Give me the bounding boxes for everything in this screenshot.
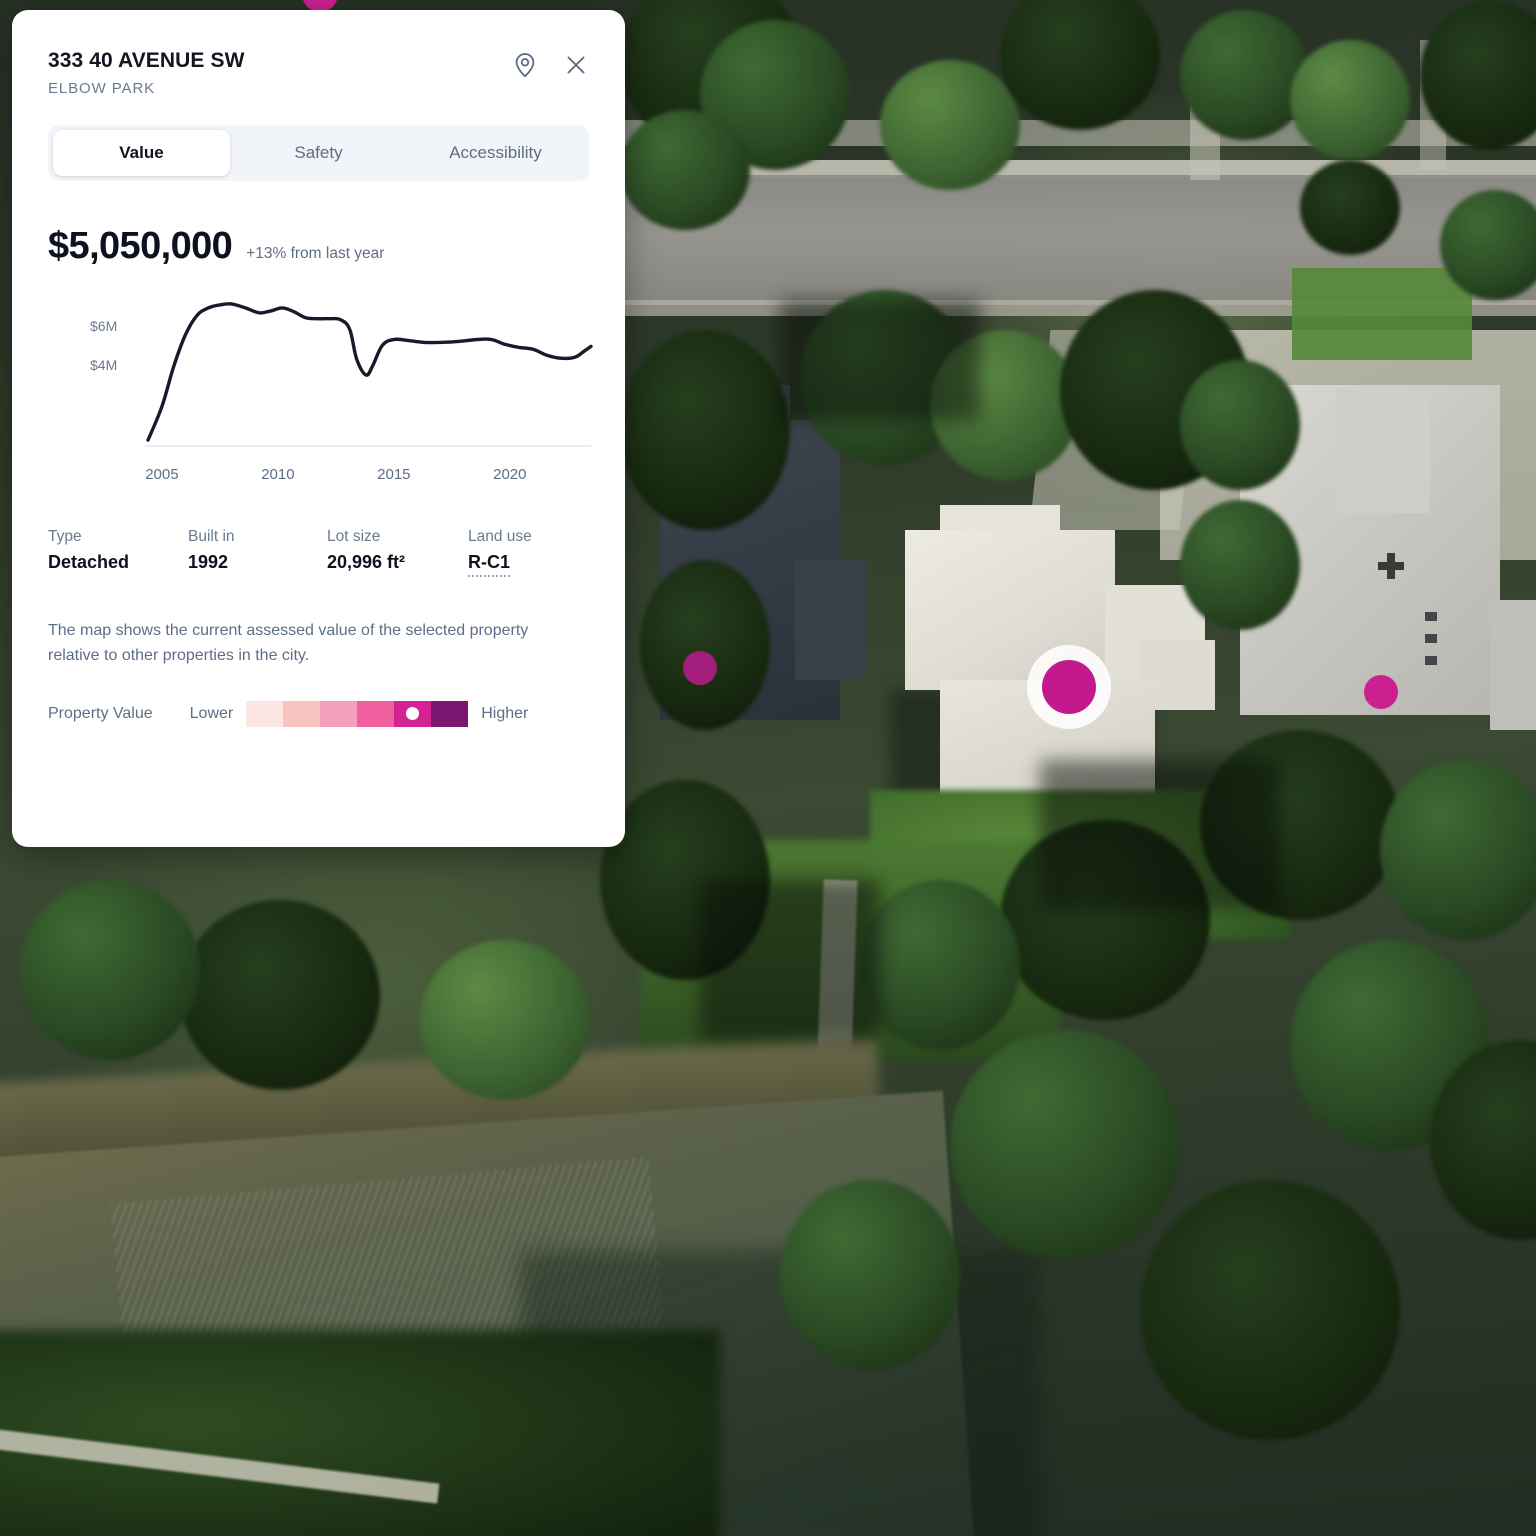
- property-info-card: 333 40 AVENUE SW ELBOW PARK Value Safety…: [12, 10, 625, 847]
- map-tree: [20, 880, 200, 1060]
- map-tree: [1380, 760, 1536, 940]
- map-tree: [950, 1030, 1180, 1260]
- chart-xtick-label: 2010: [261, 466, 295, 484]
- fact-label: Type: [48, 528, 82, 546]
- legend-low-label: Lower: [189, 704, 234, 722]
- map-lawn-patch: [1292, 268, 1472, 360]
- close-icon[interactable]: [563, 52, 589, 78]
- property-marker[interactable]: [1364, 675, 1398, 709]
- address-block: 333 40 AVENUE SW ELBOW PARK: [48, 48, 245, 97]
- map-tree: [180, 900, 380, 1090]
- chart-plot: [145, 302, 593, 448]
- map-tree: [1300, 160, 1400, 255]
- map-description: The map shows the current assessed value…: [48, 622, 529, 664]
- map-tree: [880, 60, 1020, 190]
- tab-bar: Value Safety Accessibility: [48, 125, 589, 182]
- map-roof-marking: [1378, 553, 1404, 579]
- map-tree: [640, 560, 770, 730]
- legend-title: Property Value: [48, 704, 153, 722]
- map-tree: [1180, 360, 1300, 490]
- map-house-dark-wing: [795, 560, 865, 680]
- chart-xtick-label: 2020: [493, 466, 527, 484]
- map-tree: [420, 940, 590, 1100]
- map-roof-vent: [1425, 612, 1437, 621]
- value-change-label: +13% from last year: [246, 245, 385, 263]
- map-trees-bottom: [0, 1330, 720, 1536]
- tab-safety[interactable]: Safety: [230, 130, 407, 176]
- chart-xtick-label: 2015: [377, 466, 411, 484]
- fact-lot-size: Lot size 20,996 ft²: [327, 528, 468, 577]
- map-tree: [780, 1180, 960, 1370]
- fact-land-use: Land use R-C1: [468, 528, 532, 578]
- map-roof-vent: [1425, 656, 1437, 665]
- property-marker-selected[interactable]: [1042, 660, 1096, 714]
- header-actions: [512, 48, 589, 78]
- value-history-chart: $6M $4M 2005 2010 2015 2020: [48, 290, 593, 490]
- fact-type: Type Detached: [48, 528, 188, 577]
- map-tree: [1140, 1180, 1400, 1440]
- chart-xtick-label: 2005: [145, 466, 179, 484]
- fact-label: Land use: [468, 528, 532, 546]
- fact-value: 1992: [188, 552, 229, 573]
- fact-label: Lot size: [327, 528, 381, 546]
- map-tree: [620, 330, 790, 530]
- fact-label: Built in: [188, 528, 235, 546]
- legend-high-label: Higher: [481, 704, 529, 722]
- map-tree: [1180, 10, 1310, 140]
- chart-ytick-label: $4M: [90, 357, 118, 374]
- price-row: $5,050,000 +13% from last year: [48, 225, 589, 268]
- fact-built-in: Built in 1992: [188, 528, 327, 577]
- fact-value[interactable]: R-C1: [468, 552, 511, 578]
- legend-swatch[interactable]: [320, 700, 358, 727]
- map-tree: [1290, 40, 1410, 160]
- tab-accessibility[interactable]: Accessibility: [407, 130, 584, 176]
- map-pin-icon[interactable]: [512, 52, 538, 78]
- legend-swatch[interactable]: [283, 700, 321, 727]
- map-tree: [1180, 500, 1300, 630]
- tab-value[interactable]: Value: [53, 130, 230, 177]
- legend-colorscale[interactable]: [246, 700, 469, 727]
- neighbourhood-label: ELBOW PARK: [48, 80, 156, 98]
- map-shadow: [1040, 760, 1280, 910]
- map-tree: [860, 880, 1020, 1050]
- chart-line: [146, 302, 593, 442]
- map-tree: [620, 110, 750, 230]
- property-facts: Type Detached Built in 1992 Lot size 20,…: [48, 528, 589, 578]
- property-marker[interactable]: [683, 651, 717, 685]
- map-shadow: [780, 300, 980, 420]
- page-title: 333 40 AVENUE SW: [48, 49, 245, 72]
- fact-value: Detached: [48, 552, 130, 573]
- fact-value: 20,996 ft²: [327, 552, 406, 573]
- map-shadow: [700, 880, 880, 1040]
- legend-swatch[interactable]: [357, 700, 395, 727]
- card-header: 333 40 AVENUE SW ELBOW PARK: [48, 48, 589, 97]
- legend: Property Value Lower Higher: [48, 700, 589, 727]
- map-building-right-wing: [1335, 388, 1430, 513]
- legend-swatch[interactable]: [246, 700, 284, 727]
- legend-swatch[interactable]: [431, 700, 469, 727]
- map-roof-vent: [1425, 634, 1437, 643]
- assessed-value: $5,050,000: [48, 225, 233, 268]
- chart-ytick-label: $6M: [90, 317, 118, 334]
- map-building-far-right: [1490, 600, 1536, 730]
